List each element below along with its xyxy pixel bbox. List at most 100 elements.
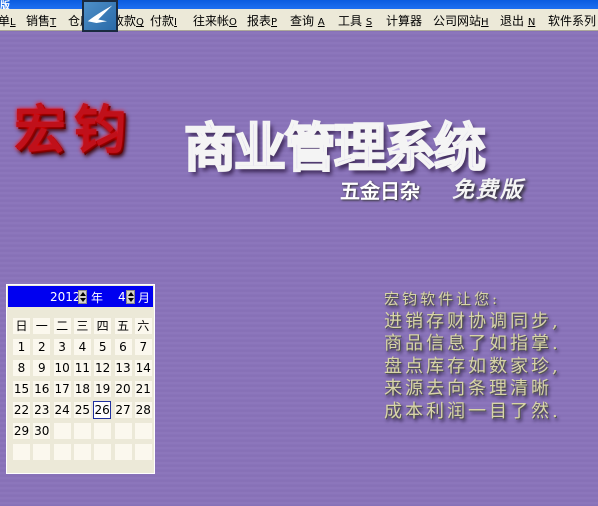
calendar-day[interactable]: 13 [114,360,132,376]
menu-item-label: 公司网站 [433,14,482,28]
calendar-day[interactable]: 20 [114,381,132,397]
weekday-header: 三 [73,318,91,334]
month-label: 月 [138,291,151,305]
month-spinner[interactable] [126,290,135,304]
calendar-empty-cell [134,444,152,460]
calendar-day[interactable]: 30 [33,423,51,439]
calendar-day[interactable]: 27 [114,402,132,418]
year-spinner[interactable] [78,290,87,304]
calendar-empty-cell [73,423,91,439]
calendar-day[interactable]: 9 [33,360,51,376]
menu-item-shortcut: A [317,17,325,28]
menu-item-shortcut: L [10,17,16,28]
calendar-empty-cell [114,423,132,439]
menu-item-label: 销售 [26,14,51,28]
calendar-day[interactable]: 19 [94,381,112,397]
menu-item-shortcut: P [271,17,278,28]
calendar-empty-cell [94,444,112,460]
calendar-day[interactable]: 24 [53,402,71,418]
calendar-empty-cell [33,444,51,460]
app-logo-icon [82,0,118,32]
calendar-day[interactable]: 11 [73,360,91,376]
slogan-line: 来源去向条理清晰 [384,378,552,399]
menu-item-shortcut: I [174,17,177,28]
menu-item[interactable]: 往来帐O [193,12,237,29]
slogan-line: 盘点库存如数家珍, [384,355,561,377]
weekday-header: 五 [114,318,132,334]
menu-item[interactable]: 单L [0,12,16,29]
calendar-day[interactable]: 16 [33,381,51,397]
slogan-line: 成本利润一目了然. [384,400,561,422]
calendar-day[interactable]: 25 [73,402,91,418]
menu-item[interactable]: 付款I [150,12,177,29]
menu-item-label: 单 [0,14,11,28]
calendar-empty-cell [53,423,71,439]
calendar-day[interactable]: 17 [53,381,71,397]
calendar-day[interactable]: 1 [13,339,30,355]
menu-item-label: 计算器 [386,14,423,28]
calendar-empty-cell [73,444,91,460]
calendar-day[interactable]: 3 [53,339,71,355]
menu-item-label: 往来帐 [193,14,230,28]
calendar-empty-cell [134,423,152,439]
menu-item[interactable]: 软件系列 [548,12,596,29]
menu-item-label: 付款 [150,14,175,28]
menu-item-shortcut: T [50,17,57,28]
calendar-empty-cell [13,444,30,460]
calendar-day-selected[interactable]: 26 [93,401,112,419]
calendar-day[interactable]: 23 [33,402,51,418]
edition-label: 五金日杂 [340,179,420,203]
calendar-day[interactable]: 15 [13,381,30,397]
menu-item-label: 退出 [500,14,528,28]
weekday-header: 六 [134,318,152,334]
calendar-day[interactable]: 29 [13,423,30,439]
calendar-day[interactable]: 8 [13,360,30,376]
calendar-day[interactable]: 21 [134,381,152,397]
menu-item[interactable]: 公司网站H [433,12,489,29]
calendar-day[interactable]: 14 [134,360,152,376]
menu-item-shortcut: S [365,17,373,28]
calendar-day[interactable]: 18 [73,381,91,397]
calendar-day[interactable]: 4 [73,339,91,355]
year-label: 年 [91,291,104,305]
calendar-day[interactable]: 6 [114,339,132,355]
calendar-empty-cell [114,444,132,460]
menu-item[interactable]: 查询 A [290,12,325,29]
calendar-day[interactable]: 7 [134,339,152,355]
calendar-day[interactable]: 22 [13,402,30,418]
menu-item[interactable]: 退出 N [500,12,535,29]
menu-item[interactable]: 销售T [26,12,56,29]
month-value: 4 [118,290,126,304]
brand-logo: 宏钧 [14,100,135,161]
calendar-header: 2012 年 4 月 [8,286,153,307]
calendar-day[interactable]: 28 [134,402,152,418]
year-value: 2012 [50,290,81,304]
menu-item-shortcut: Q [136,17,144,28]
menu-item-label: 查询 [290,14,318,28]
product-title: 商业管理系统 [183,117,487,180]
weekday-header: 日 [13,318,30,334]
menu-item-label: 软件系列 [548,14,597,28]
calendar-empty-cell [94,423,112,439]
menu-item-label: 报表 [247,14,272,28]
menu-item-shortcut: N [527,17,536,28]
calendar-day[interactable]: 12 [94,360,112,376]
menu-item-shortcut: H [481,17,489,28]
free-edition-label: 免费版 [452,177,525,203]
calendar-empty-cell [53,444,71,460]
slogan-line: 进销存财协调同步, [384,310,561,332]
slogan-line: 宏钧软件让您: [384,290,501,308]
weekday-header: 二 [53,318,71,334]
calendar-day[interactable]: 5 [94,339,112,355]
slogan-text: 宏钧软件让您: 进销存财协调同步, 商品信息了如指掌. 盘点库存如数家珍, 来源去向条理… [384,288,561,423]
weekday-header: 一 [33,318,51,334]
menu-item-shortcut: O [229,17,237,28]
calendar: 2012 年 4 月 日一二三四五六 1 2 3 4 5 6 7 8 9 10 11 12 13 14 15 1… [6,284,155,474]
menu-item-label: 工具 [338,14,366,28]
menu-item[interactable]: 计算器 [386,12,422,29]
menu-item[interactable]: 报表P [247,12,277,29]
weekday-header: 四 [94,318,112,334]
calendar-day[interactable]: 10 [53,360,71,376]
calendar-day[interactable]: 2 [33,339,51,355]
menu-item[interactable]: 工具 S [338,12,372,29]
